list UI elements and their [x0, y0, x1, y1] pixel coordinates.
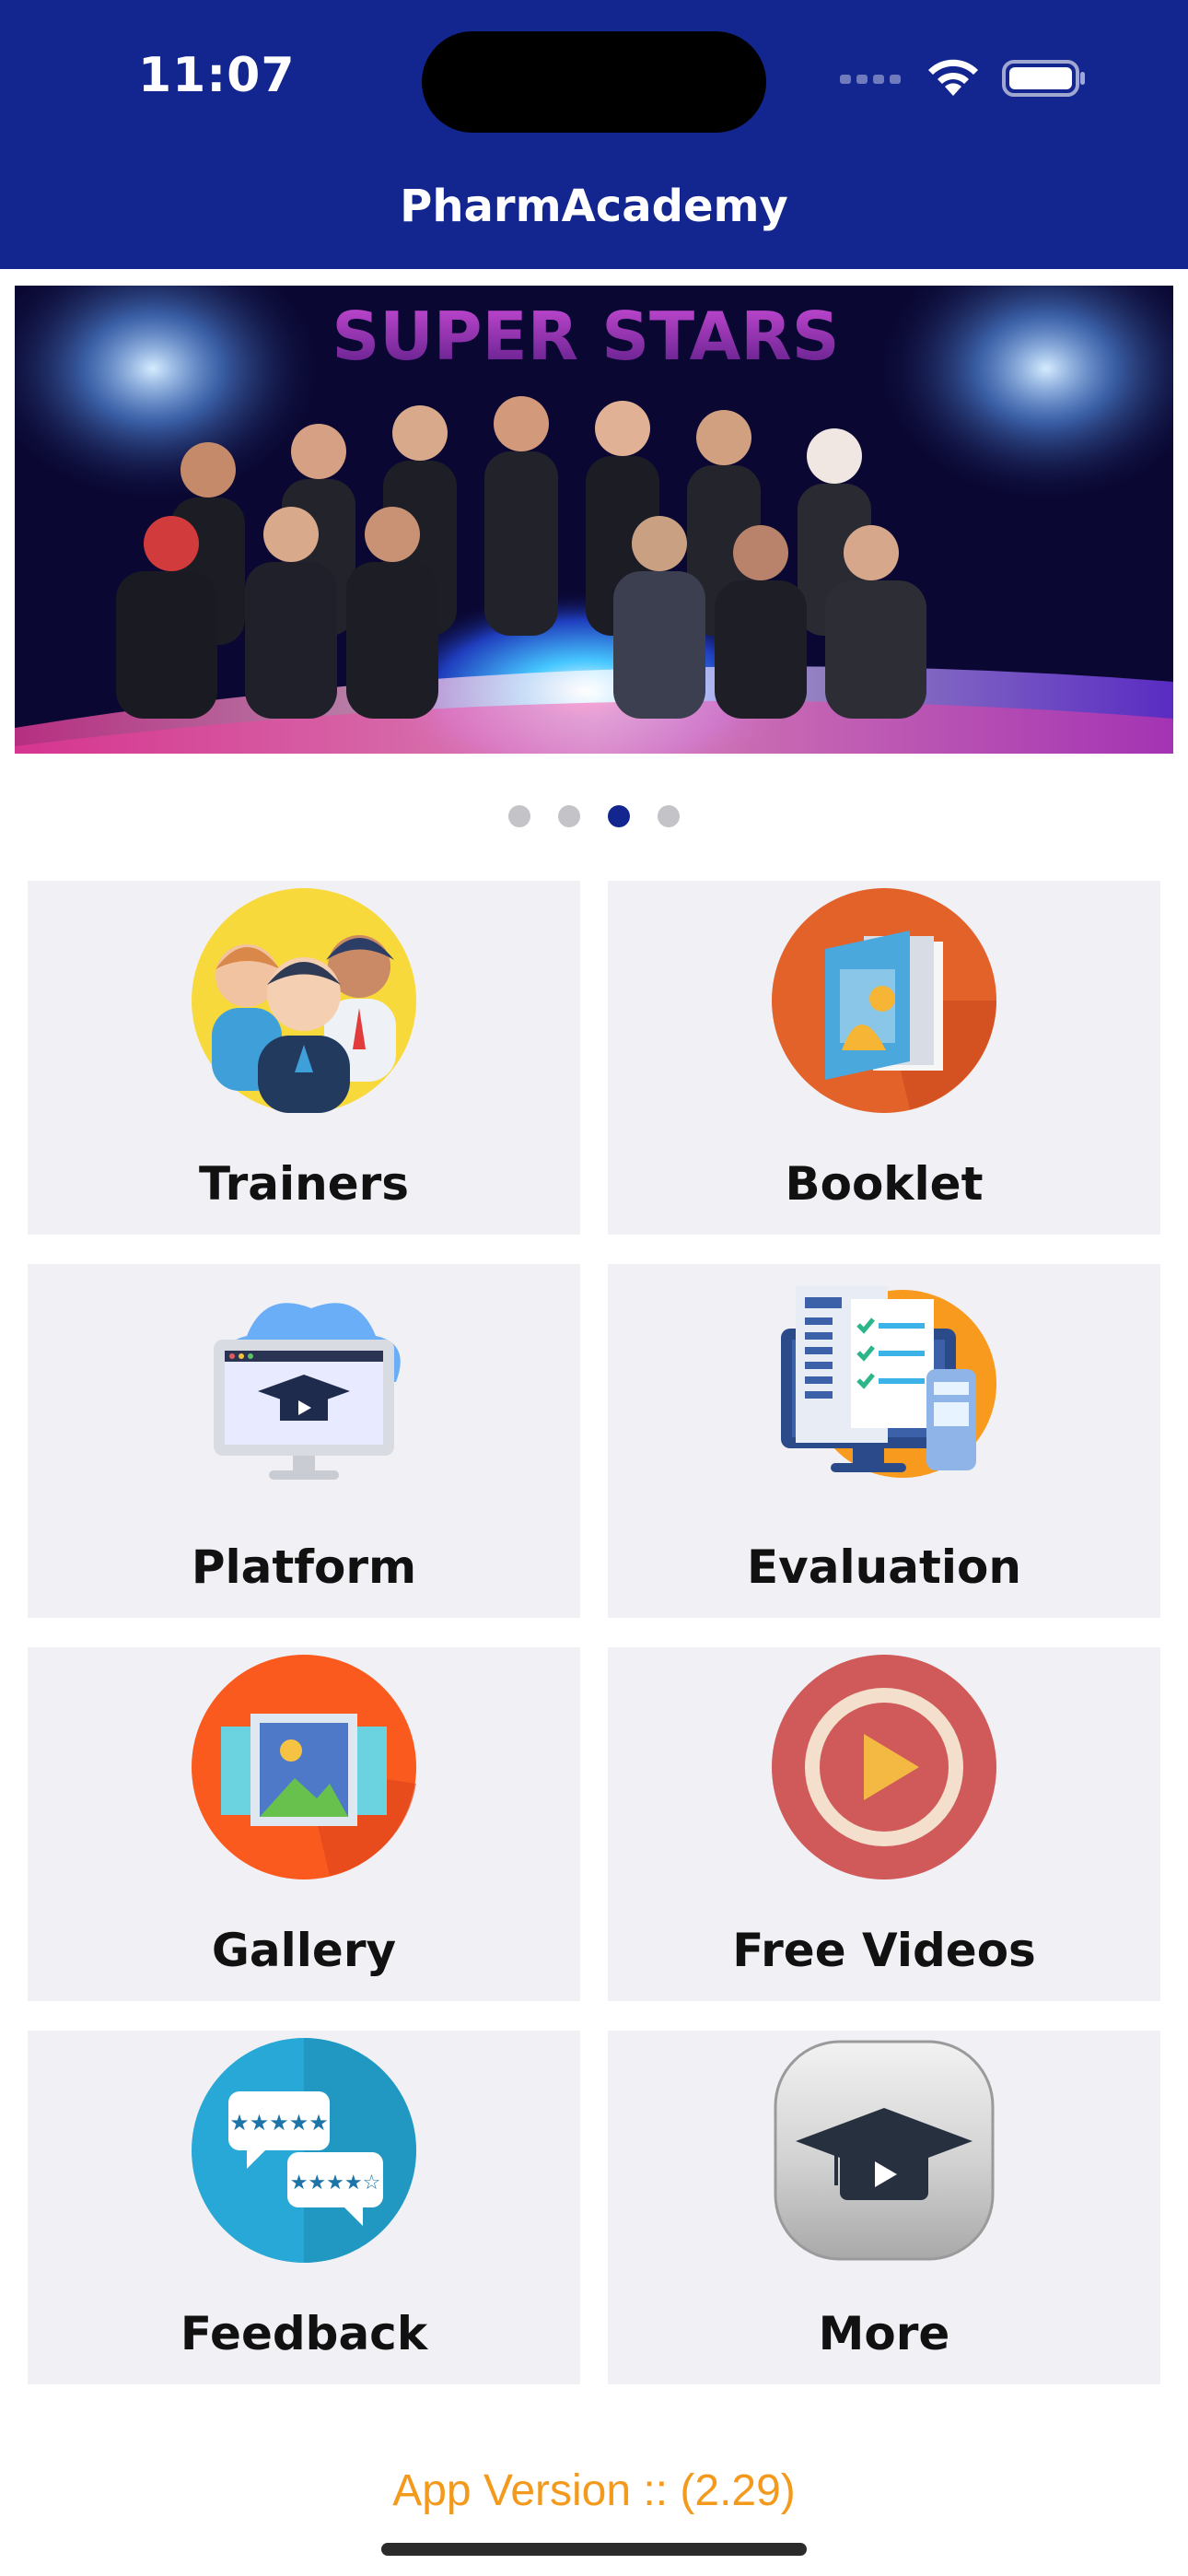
- feedback-tile[interactable]: ★★★★★ ★★★★☆ Feedback: [28, 2031, 580, 2384]
- more-icon: [774, 2040, 995, 2261]
- home-indicator[interactable]: [381, 2543, 807, 2556]
- carousel-dot[interactable]: [658, 805, 680, 827]
- platform-tile[interactable]: Platform: [28, 1264, 580, 1618]
- evaluation-tile[interactable]: Evaluation: [608, 1264, 1160, 1618]
- evaluation-icon: [781, 1286, 996, 1478]
- tile-label: Platform: [191, 1540, 417, 1594]
- tile-label: Evaluation: [747, 1540, 1021, 1594]
- tile-label: Free Videos: [732, 1924, 1036, 1977]
- dynamic-island: [422, 31, 766, 133]
- svg-text:★★★★☆: ★★★★☆: [290, 2172, 381, 2195]
- platform-icon: [214, 1303, 401, 1480]
- gallery-icon: [192, 1655, 416, 1879]
- cellular-signal-icon: [840, 75, 901, 84]
- carousel-dot-active[interactable]: [608, 805, 630, 827]
- tile-label: Booklet: [785, 1157, 984, 1211]
- banner-image: SUPER STARS: [15, 286, 1173, 754]
- banner-carousel[interactable]: SUPER STARS: [15, 286, 1173, 754]
- free-videos-icon: [772, 1655, 996, 1879]
- page-title: PharmAcademy: [400, 181, 788, 232]
- booklet-icon: [772, 888, 996, 1113]
- carousel-dots: [0, 805, 1188, 827]
- wifi-icon: [928, 59, 978, 96]
- status-icons: [840, 57, 1087, 100]
- tile-label: Feedback: [180, 2307, 428, 2360]
- battery-icon: [1002, 60, 1085, 97]
- banner-headline: SUPER STARS: [332, 298, 839, 375]
- free-videos-tile[interactable]: Free Videos: [608, 1647, 1160, 2001]
- carousel-dot[interactable]: [508, 805, 530, 827]
- app-header: 11:07 PharmAcademy: [0, 0, 1188, 269]
- gallery-tile[interactable]: Gallery: [28, 1647, 580, 2001]
- trainers-icon: [192, 888, 416, 1113]
- trainers-tile[interactable]: Trainers: [28, 881, 580, 1235]
- booklet-tile[interactable]: Booklet: [608, 881, 1160, 1235]
- feedback-icon: ★★★★★ ★★★★☆: [192, 2038, 416, 2263]
- tile-label: More: [818, 2307, 950, 2360]
- svg-text:★★★★★: ★★★★★: [229, 2110, 329, 2136]
- app-version-text: App Version :: (2.29): [392, 2466, 796, 2515]
- tile-label: Gallery: [211, 1924, 397, 1977]
- status-time: 11:07: [138, 48, 296, 103]
- carousel-dot[interactable]: [558, 805, 580, 827]
- tile-label: Trainers: [198, 1157, 410, 1211]
- more-tile[interactable]: More: [608, 2031, 1160, 2384]
